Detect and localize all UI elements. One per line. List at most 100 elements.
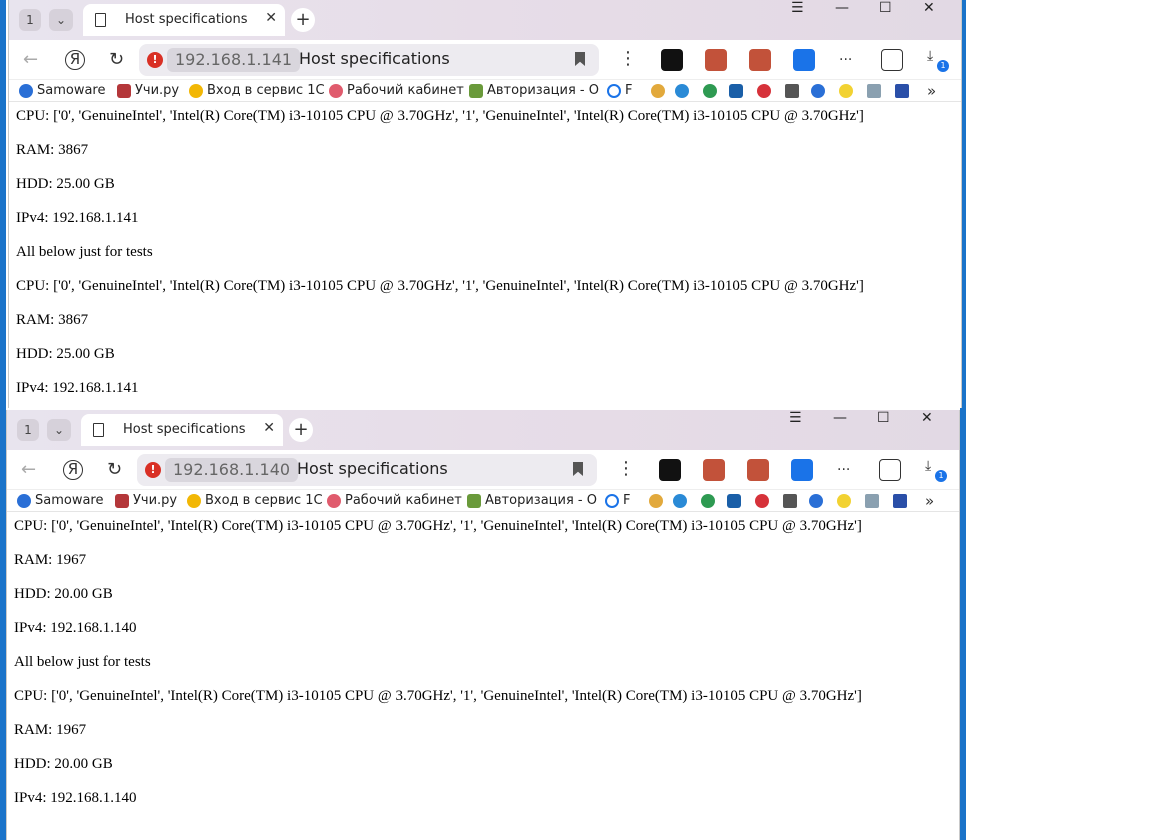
bookmark-icon-drop[interactable] bbox=[809, 494, 823, 508]
bookmark-icon-green[interactable] bbox=[703, 84, 717, 98]
more-options-icon[interactable]: ⋮ bbox=[617, 458, 635, 479]
close-tab-icon[interactable]: ✕ bbox=[263, 420, 275, 436]
bookmark-icon-fish[interactable] bbox=[675, 84, 689, 98]
close-tab-icon[interactable]: ✕ bbox=[265, 10, 277, 26]
bookmark-icon[interactable] bbox=[573, 462, 583, 476]
ram-line: RAM: 1967 bbox=[14, 722, 87, 738]
bookmark-icon-drop[interactable] bbox=[811, 84, 825, 98]
ram-line: RAM: 3867 bbox=[16, 312, 89, 328]
ipv4-line: IPv4: 192.168.1.140 bbox=[14, 790, 137, 806]
maximize-icon[interactable]: ☐ bbox=[879, 0, 892, 16]
download-icon[interactable]: ⤓ bbox=[925, 458, 931, 474]
ipv4-line: IPv4: 192.168.1.141 bbox=[16, 210, 139, 226]
bookmark-icon-blue-square[interactable] bbox=[727, 494, 741, 508]
page-content: CPU: ['0', 'GenuineIntel', 'Intel(R) Cor… bbox=[9, 102, 961, 408]
title-bar: 1 ⌄ Host specifications ✕ + ☰ — ☐ ✕ bbox=[9, 0, 961, 40]
bookmark-samoware[interactable]: Samoware bbox=[17, 493, 104, 508]
extension-yandex-icon[interactable] bbox=[791, 459, 813, 481]
cpu-line: CPU: ['0', 'GenuineIntel', 'Intel(R) Cor… bbox=[14, 518, 862, 534]
warning-icon[interactable]: ! bbox=[147, 52, 163, 68]
menu-icon[interactable]: ☰ bbox=[791, 0, 804, 16]
bookmarks-overflow-icon[interactable]: » bbox=[925, 492, 934, 510]
tab-host-specifications[interactable]: Host specifications ✕ bbox=[83, 4, 285, 36]
bookmark-auth[interactable]: Авторизация - О bbox=[469, 83, 599, 98]
bookmark-icon-blue-square[interactable] bbox=[729, 84, 743, 98]
bookmark-f[interactable]: F bbox=[605, 493, 630, 508]
back-arrow-icon[interactable]: ← bbox=[21, 459, 36, 480]
more-options-icon[interactable]: ⋮ bbox=[619, 48, 637, 69]
tab-counter[interactable]: 1 bbox=[19, 9, 41, 31]
back-arrow-icon[interactable]: ← bbox=[23, 49, 38, 70]
chevron-down-icon[interactable]: ⌄ bbox=[47, 419, 71, 441]
bookmark-icon-arrow[interactable] bbox=[785, 84, 799, 98]
extensions-more-label[interactable]: ... bbox=[837, 458, 850, 474]
reload-icon[interactable]: ↻ bbox=[109, 49, 124, 70]
tab-title: Host specifications bbox=[123, 422, 246, 437]
extension-puzzle-dark-icon[interactable] bbox=[661, 49, 683, 71]
address-host: 192.168.1.140 bbox=[165, 458, 299, 482]
cpu-line: CPU: ['0', 'GenuineIntel', 'Intel(R) Cor… bbox=[16, 108, 864, 124]
reload-icon[interactable]: ↻ bbox=[107, 459, 122, 480]
extension-avatar-icon[interactable] bbox=[703, 459, 725, 481]
minimize-icon[interactable]: — bbox=[835, 0, 849, 16]
bookmark-icon-red[interactable] bbox=[757, 84, 771, 98]
ram-line: RAM: 3867 bbox=[16, 142, 89, 158]
chevron-down-icon[interactable]: ⌄ bbox=[49, 9, 73, 31]
minimize-icon[interactable]: — bbox=[833, 410, 847, 426]
extension-avatar-2-icon[interactable] bbox=[749, 49, 771, 71]
tab-counter[interactable]: 1 bbox=[17, 419, 39, 441]
bookmark-icon-shield[interactable] bbox=[893, 494, 907, 508]
bookmark-workspace[interactable]: Рабочий кабинет bbox=[329, 83, 464, 98]
hdd-line: HDD: 25.00 GB bbox=[16, 346, 115, 362]
maximize-icon[interactable]: ☐ bbox=[877, 410, 890, 426]
bookmark-icon-mountain[interactable] bbox=[865, 494, 879, 508]
address-bar[interactable]: ! 192.168.1.140 Host specifications bbox=[137, 454, 597, 486]
tab-host-specifications[interactable]: Host specifications ✕ bbox=[81, 414, 283, 446]
bookmark-uchi[interactable]: Учи.ру bbox=[115, 493, 177, 508]
bookmark-workspace[interactable]: Рабочий кабинет bbox=[327, 493, 462, 508]
close-window-icon[interactable]: ✕ bbox=[921, 410, 933, 426]
bookmark-icon-paint[interactable] bbox=[651, 84, 665, 98]
bookmark-uchi[interactable]: Учи.ру bbox=[117, 83, 179, 98]
document-icon bbox=[95, 13, 106, 27]
bookmark-1c[interactable]: Вход в сервис 1С bbox=[187, 493, 323, 508]
browser-window-2: 1 ⌄ Host specifications ✕ + ☰ — ☐ ✕ ← Я … bbox=[6, 410, 960, 840]
extension-avatar-icon[interactable] bbox=[705, 49, 727, 71]
new-tab-button[interactable]: + bbox=[289, 418, 313, 442]
extensions-more-label[interactable]: ... bbox=[839, 48, 852, 64]
extension-puzzle-dark-icon[interactable] bbox=[659, 459, 681, 481]
yandex-icon[interactable]: Я bbox=[63, 460, 83, 480]
bookmark-f[interactable]: F bbox=[607, 83, 632, 98]
window-controls: ☰ — ☐ ✕ bbox=[779, 410, 959, 450]
bookmarks-bar: Samoware Учи.ру Вход в сервис 1С Рабочий… bbox=[9, 80, 961, 102]
yandex-icon[interactable]: Я bbox=[65, 50, 85, 70]
close-window-icon[interactable]: ✕ bbox=[923, 0, 935, 16]
bookmark-icon-green[interactable] bbox=[701, 494, 715, 508]
bookmark-icon-red[interactable] bbox=[755, 494, 769, 508]
bookmark-icon-b[interactable] bbox=[837, 494, 851, 508]
download-icon[interactable]: ⤓ bbox=[927, 48, 933, 64]
address-bar[interactable]: ! 192.168.1.141 Host specifications bbox=[139, 44, 599, 76]
bookmark-icon-arrow[interactable] bbox=[783, 494, 797, 508]
hdd-line: HDD: 20.00 GB bbox=[14, 586, 113, 602]
extension-yandex-icon[interactable] bbox=[793, 49, 815, 71]
warning-icon[interactable]: ! bbox=[145, 462, 161, 478]
cpu-line: CPU: ['0', 'GenuineIntel', 'Intel(R) Cor… bbox=[14, 688, 862, 704]
menu-icon[interactable]: ☰ bbox=[789, 410, 802, 426]
new-tab-button[interactable]: + bbox=[291, 8, 315, 32]
bookmark-icon-paint[interactable] bbox=[649, 494, 663, 508]
bookmarks-overflow-icon[interactable]: » bbox=[927, 82, 936, 100]
bookmark-icon-mountain[interactable] bbox=[867, 84, 881, 98]
bookmark-icon-shield[interactable] bbox=[895, 84, 909, 98]
extension-avatar-2-icon[interactable] bbox=[747, 459, 769, 481]
bookmark-icon-fish[interactable] bbox=[673, 494, 687, 508]
collections-icon[interactable] bbox=[881, 49, 903, 71]
test-heading: All below just for tests bbox=[14, 654, 151, 670]
collections-icon[interactable] bbox=[879, 459, 901, 481]
bookmark-icon[interactable] bbox=[575, 52, 585, 66]
ipv4-line: IPv4: 192.168.1.140 bbox=[14, 620, 137, 636]
bookmark-auth[interactable]: Авторизация - О bbox=[467, 493, 597, 508]
bookmark-1c[interactable]: Вход в сервис 1С bbox=[189, 83, 325, 98]
bookmark-samoware[interactable]: Samoware bbox=[19, 83, 106, 98]
bookmark-icon-b[interactable] bbox=[839, 84, 853, 98]
